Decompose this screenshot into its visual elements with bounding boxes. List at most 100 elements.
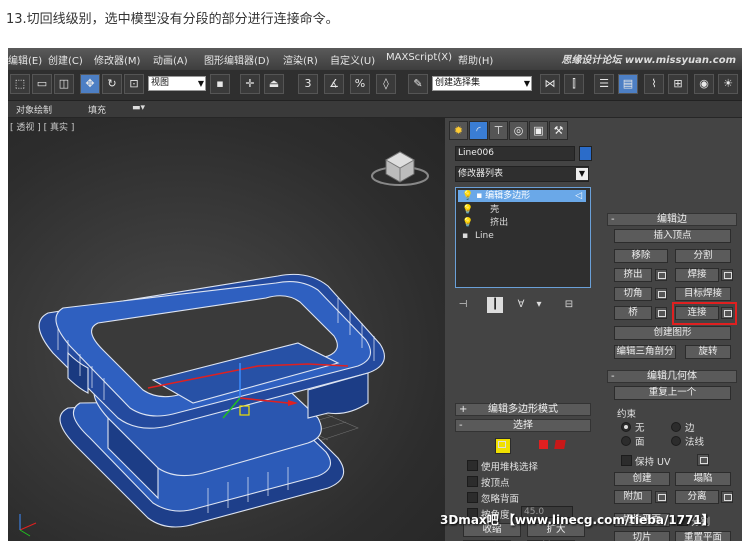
element-mode-icon[interactable] <box>554 440 566 449</box>
pivot-icon[interactable]: ▪ <box>210 74 230 94</box>
layer-manager-icon[interactable]: ☰ <box>594 74 614 94</box>
window-crossing-icon[interactable]: ◫ <box>54 74 74 94</box>
create-shape-button[interactable]: 创建图形 <box>614 326 731 340</box>
spinner-snap-icon[interactable]: ◊ <box>376 74 396 94</box>
edit-tri-button[interactable]: 编辑三角剖分 <box>614 345 676 359</box>
render-setup-icon[interactable]: ☀ <box>718 74 738 94</box>
use-stack-selection-checkbox[interactable] <box>467 460 478 471</box>
ribbon-options-icon[interactable]: ▬▾ <box>132 103 145 113</box>
menu-item-maxscript[interactable]: MAXScript(X) <box>386 52 452 63</box>
by-vertex-checkbox[interactable] <box>467 476 478 487</box>
collapse-button[interactable]: 塌陷 <box>675 472 731 486</box>
keyboard-shortcut-icon[interactable]: ⏏ <box>264 74 284 94</box>
constraint-face-radio[interactable] <box>621 436 631 446</box>
turn-button[interactable]: 旋转 <box>685 345 731 359</box>
edit-edges-rollout[interactable]: - 编辑边 <box>607 213 737 226</box>
site-watermark: 思缘设计论坛 www.missyuan.com <box>561 55 736 66</box>
menu-item-rendering[interactable]: 渲染(R) <box>283 52 318 67</box>
remove-modifier-icon[interactable]: ▾ <box>531 297 547 313</box>
create-button[interactable]: 创建 <box>614 472 670 486</box>
coord-system-select[interactable]: 视图 ▼ <box>148 76 206 91</box>
stack-item-edit-poly[interactable]: 💡 ▪ 编辑多边形 ◁ <box>458 190 586 202</box>
mirror-icon[interactable]: ⋈ <box>540 74 560 94</box>
reset-plane-button[interactable]: 重置平面 <box>675 531 731 541</box>
select-region-icon[interactable]: ▭ <box>32 74 52 94</box>
show-end-result-icon[interactable]: ┃ <box>487 297 503 313</box>
extrude-button[interactable]: 挤出 <box>614 268 652 282</box>
target-weld-button[interactable]: 目标焊接 <box>675 287 731 301</box>
chamfer-button[interactable]: 切角 <box>614 287 652 301</box>
rotate-icon[interactable]: ↻ <box>102 74 122 94</box>
pin-stack-icon[interactable]: ⊣ <box>455 297 471 313</box>
hierarchy-tab-icon[interactable]: ⊤ <box>489 121 508 140</box>
weld-button[interactable]: 焊接 <box>675 268 719 282</box>
align-icon[interactable]: ⫿ <box>564 74 584 94</box>
detach-settings-icon[interactable] <box>721 491 733 503</box>
constraint-edge-label: 边 <box>685 423 695 434</box>
named-selection-select[interactable]: 创建选择集 ▼ <box>432 76 532 91</box>
edit-geometry-rollout[interactable]: - 编辑几何体 <box>607 370 737 383</box>
move-icon[interactable]: ✥ <box>80 74 100 94</box>
scale-icon[interactable]: ⊡ <box>124 74 144 94</box>
menu-item-modifiers[interactable]: 修改器(M) <box>94 52 140 67</box>
repeat-last-button[interactable]: 重复上一个 <box>614 386 731 400</box>
bridge-button[interactable]: 桥 <box>614 306 652 320</box>
constraint-edge-radio[interactable] <box>671 422 681 432</box>
select-object-icon[interactable]: ⬚ <box>10 74 30 94</box>
object-name-field[interactable]: Line006 <box>455 146 575 161</box>
perspective-viewport[interactable]: [ 透视 ] [ 真实 ] <box>8 118 445 541</box>
preserve-uv-settings-icon[interactable] <box>697 454 709 466</box>
display-tab-icon[interactable]: ▣ <box>529 121 548 140</box>
ribbon-tab-populate[interactable]: 填充 <box>88 103 106 116</box>
configure-sets-icon[interactable]: ⊟ <box>561 297 577 313</box>
stack-item-extrude[interactable]: 💡 挤出 <box>462 217 508 229</box>
utilities-tab-icon[interactable]: ⚒ <box>549 121 568 140</box>
border-mode-icon[interactable] <box>539 440 548 449</box>
create-tab-icon[interactable]: ✹ <box>449 121 468 140</box>
insert-vertex-button[interactable]: 插入顶点 <box>614 229 731 243</box>
weld-settings-icon[interactable] <box>721 269 733 281</box>
ribbon-tab-object-paint[interactable]: 对象绘制 <box>16 103 52 116</box>
select-manipulate-icon[interactable]: ✛ <box>240 74 260 94</box>
selection-rollout[interactable]: - 选择 <box>455 419 591 432</box>
make-unique-icon[interactable]: ∀ <box>513 297 529 313</box>
percent-snap-icon[interactable]: % <box>350 74 370 94</box>
stack-item-label: 挤出 <box>490 218 509 228</box>
menu-item-edit[interactable]: 编辑(E) <box>8 52 42 67</box>
material-editor-icon[interactable]: ◉ <box>694 74 714 94</box>
menu-item-animation[interactable]: 动画(A) <box>153 52 188 67</box>
ignore-backfacing-checkbox[interactable] <box>467 492 478 503</box>
edge-mode-icon[interactable] <box>495 438 511 454</box>
constraint-normal-radio[interactable] <box>671 436 681 446</box>
bridge-settings-icon[interactable] <box>655 307 667 319</box>
constraint-none-radio[interactable] <box>621 422 631 432</box>
slice-button[interactable]: 切片 <box>614 531 670 541</box>
chevron-down-icon[interactable]: ▼ <box>576 168 588 180</box>
chamfer-settings-icon[interactable] <box>655 288 667 300</box>
named-selection-icon[interactable]: ✎ <box>408 74 428 94</box>
schematic-view-icon[interactable]: ⊞ <box>668 74 688 94</box>
detach-button[interactable]: 分离 <box>675 490 719 504</box>
edit-poly-mode-rollout[interactable]: + 编辑多边形模式 <box>455 403 591 416</box>
preserve-uv-checkbox[interactable] <box>621 455 632 466</box>
snap-3d-icon[interactable]: 3 <box>298 74 318 94</box>
split-button[interactable]: 分割 <box>675 249 731 263</box>
extrude-settings-icon[interactable] <box>655 269 667 281</box>
stack-item-line[interactable]: ▪ Line <box>462 230 494 242</box>
attach-settings-icon[interactable] <box>655 491 667 503</box>
stack-item-shell[interactable]: 💡 壳 <box>462 204 499 216</box>
modify-tab-icon[interactable]: ◜ <box>469 121 488 140</box>
curve-editor-icon[interactable]: ⌇ <box>644 74 664 94</box>
remove-button[interactable]: 移除 <box>614 249 668 263</box>
menu-item-graph-editors[interactable]: 图形编辑器(D) <box>204 52 270 67</box>
motion-tab-icon[interactable]: ◎ <box>509 121 528 140</box>
modifier-list-dropdown[interactable]: 修改器列表 <box>455 166 589 182</box>
menu-item-help[interactable]: 帮助(H) <box>458 52 493 67</box>
menu-item-create[interactable]: 创建(C) <box>48 52 83 67</box>
graphite-toggle-icon[interactable]: ▤ <box>618 74 638 94</box>
constraint-none-label: 无 <box>635 423 645 434</box>
menu-item-customize[interactable]: 自定义(U) <box>330 52 375 67</box>
angle-snap-icon[interactable]: ∡ <box>324 74 344 94</box>
attach-button[interactable]: 附加 <box>614 490 652 504</box>
object-color-swatch[interactable] <box>579 146 592 161</box>
